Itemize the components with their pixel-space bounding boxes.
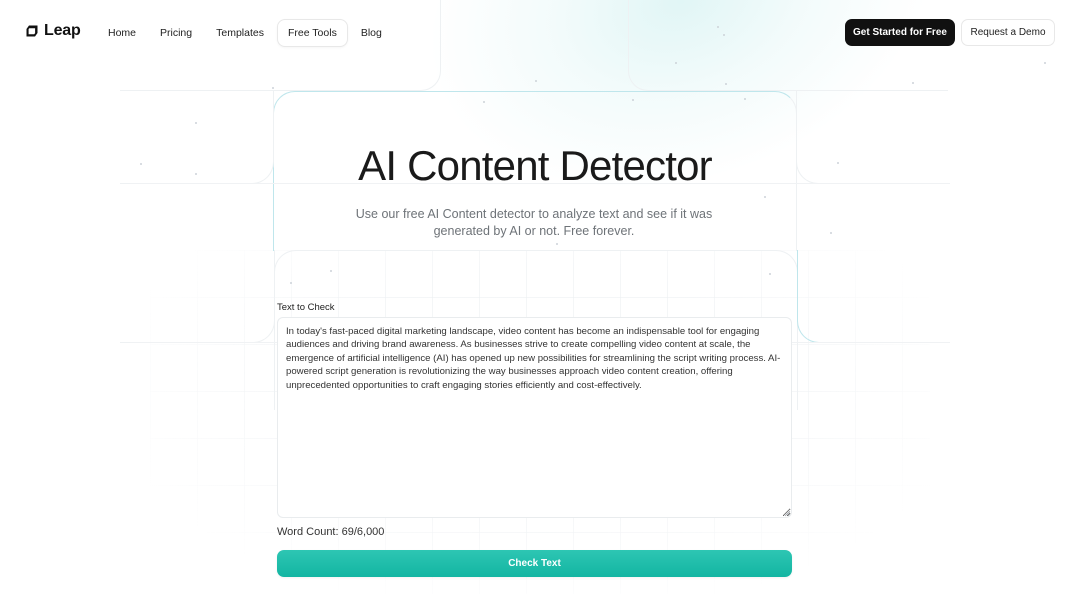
- deco-dot: [912, 82, 914, 84]
- deco-dot: [330, 270, 332, 272]
- nav-link-home[interactable]: Home: [97, 19, 147, 47]
- nav-link-blog[interactable]: Blog: [350, 19, 393, 47]
- check-text-button[interactable]: Check Text: [277, 550, 792, 577]
- deco-dot: [744, 98, 746, 100]
- deco-dot: [556, 243, 558, 245]
- deco-dot: [195, 122, 197, 124]
- nav-link-templates[interactable]: Templates: [205, 19, 275, 47]
- page-subtitle: Use our free AI Content detector to anal…: [355, 207, 713, 238]
- deco-frame: [797, 250, 950, 343]
- deco-dot: [535, 80, 537, 82]
- brand-logo[interactable]: Leap: [25, 22, 81, 40]
- deco-dot: [769, 273, 771, 275]
- deco-dot: [764, 196, 766, 198]
- deco-dot: [830, 232, 832, 234]
- deco-dot: [632, 99, 634, 101]
- get-started-button[interactable]: Get Started for Free: [845, 19, 955, 46]
- nav-link-pricing[interactable]: Pricing: [149, 19, 203, 47]
- deco-dot: [483, 101, 485, 103]
- text-to-check-input[interactable]: In today's fast-paced digital marketing …: [277, 317, 792, 518]
- page-title: AI Content Detector: [358, 142, 712, 189]
- deco-dot: [725, 83, 727, 85]
- deco-dot: [290, 282, 292, 284]
- top-navigation: Leap Home Pricing Templates Free Tools B…: [0, 0, 1080, 64]
- nav-links: Home Pricing Templates Free Tools Blog: [97, 19, 395, 47]
- deco-frame: [120, 250, 275, 343]
- deco-dot: [272, 87, 274, 89]
- page: Leap Home Pricing Templates Free Tools B…: [0, 0, 1080, 594]
- request-demo-button[interactable]: Request a Demo: [961, 19, 1055, 46]
- leap-logo-icon: [26, 25, 38, 37]
- text-to-check-label: Text to Check: [277, 302, 335, 313]
- nav-link-free-tools[interactable]: Free Tools: [276, 19, 348, 47]
- brand-name: Leap: [44, 22, 81, 39]
- word-count: Word Count: 69/6,000: [277, 526, 385, 538]
